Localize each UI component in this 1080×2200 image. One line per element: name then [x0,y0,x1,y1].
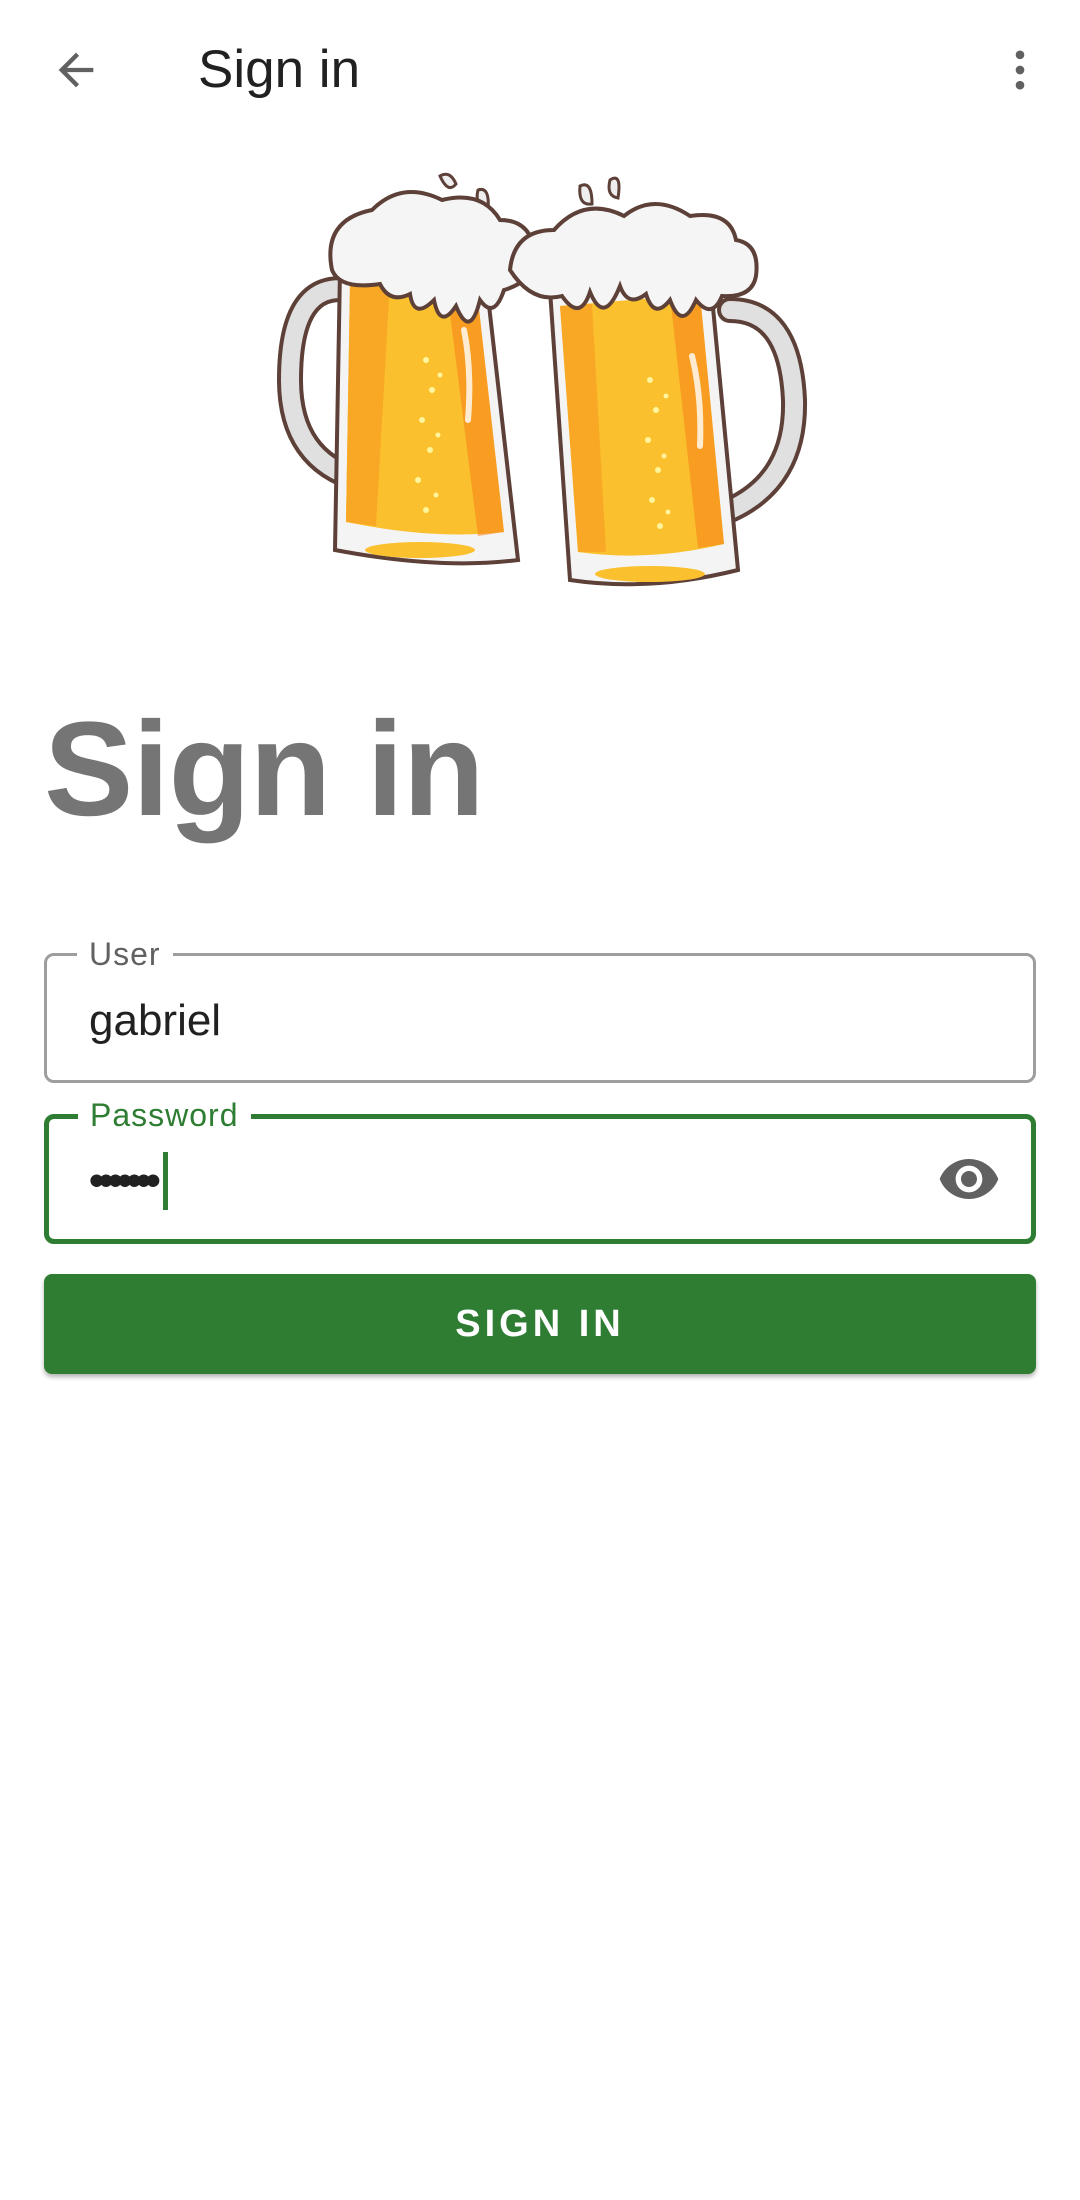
arrow-back-icon [58,52,94,88]
back-button[interactable] [36,30,116,110]
app-bar: Sign in [0,0,1080,140]
sign-in-button[interactable]: SIGN IN [44,1274,1036,1374]
page-heading: Sign in [44,695,485,844]
app-bar-title: Sign in [198,40,361,99]
password-mask: ••••••• [89,1156,161,1205]
password-field-label: Password [78,1095,251,1135]
beer-mugs-icon [276,172,808,587]
text-cursor [162,1152,168,1210]
eye-icon [939,1159,999,1199]
user-field-label: User [77,934,173,974]
overflow-menu-button[interactable] [980,30,1060,110]
user-field-value[interactable]: gabriel [89,996,221,1046]
toggle-password-visibility-button[interactable] [933,1143,1005,1215]
password-field[interactable]: Password ••••••• [44,1095,1036,1244]
more-vert-icon [1015,50,1025,90]
user-field[interactable]: User gabriel [44,934,1036,1083]
password-field-value[interactable]: ••••••• [89,1151,168,1211]
beer-mugs-logo [240,160,840,600]
